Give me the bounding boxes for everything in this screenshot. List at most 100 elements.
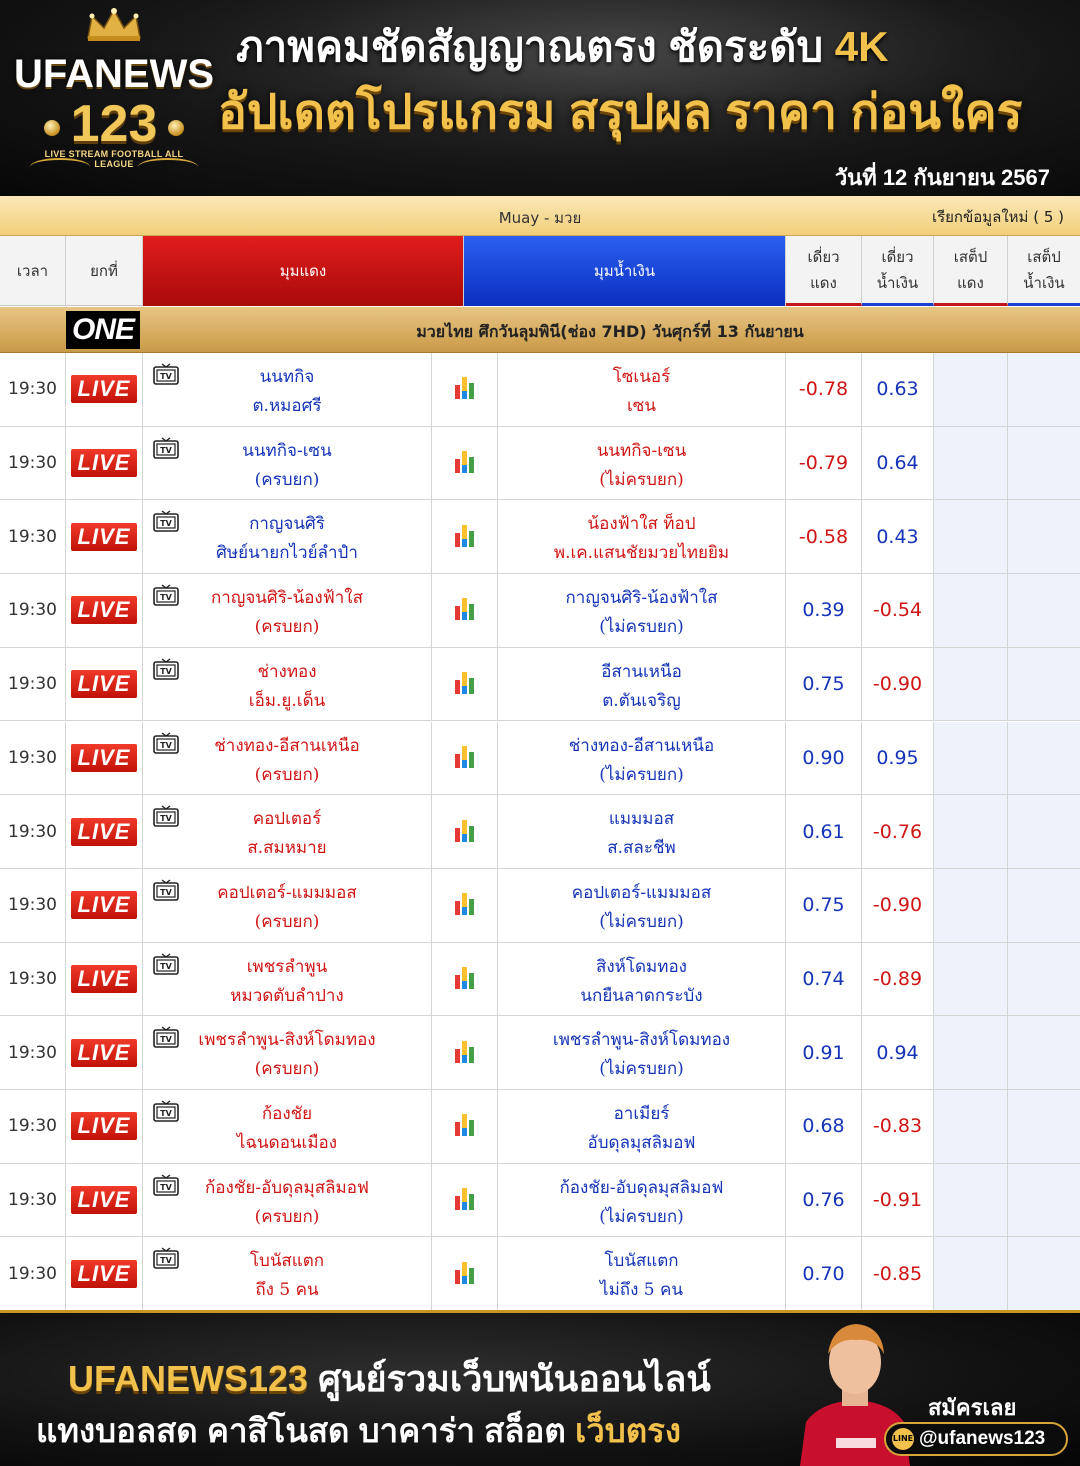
table-row[interactable]: 19:30 LIVE TV คอปเตอร์-แมมมอส (ครบยก) คอปเตอร… <box>0 868 1080 943</box>
stats-bar-icon[interactable] <box>454 447 476 479</box>
odd-single-red[interactable]: 0.75 <box>786 647 862 721</box>
odd-single-red[interactable]: 0.61 <box>786 795 862 868</box>
table-row[interactable]: 19:30 LIVE TV ก้องชัย ไฉนดอนเมือง อาเมียร์ อับ… <box>0 1090 1080 1164</box>
odd-single-blue[interactable]: -0.91 <box>862 1163 934 1237</box>
odd-step-blue[interactable] <box>1008 574 1080 647</box>
odd-single-blue[interactable]: 0.43 <box>862 500 934 574</box>
odd-step-red[interactable] <box>934 647 1008 721</box>
odd-single-blue[interactable]: -0.54 <box>862 574 934 647</box>
odd-step-blue[interactable] <box>1008 1016 1080 1089</box>
stats-bar-icon[interactable] <box>454 963 476 995</box>
table-row[interactable]: 19:30 LIVE TV เพชรลำพูน-สิงห์โดมทอง (ครบยก) เ… <box>0 1016 1080 1090</box>
stats-bar-icon[interactable] <box>454 668 476 700</box>
odd-step-red[interactable] <box>934 426 1008 500</box>
table-row[interactable]: 19:30 LIVE TV นนทกิจ ต.หมอศรี โซเนอร์ เซน -0.78… <box>0 353 1080 427</box>
odd-step-blue[interactable] <box>1008 868 1080 942</box>
odd-single-red[interactable]: 0.91 <box>786 1016 862 1089</box>
live-button[interactable]: LIVE <box>71 596 137 625</box>
odd-single-red[interactable]: 0.76 <box>786 1163 862 1237</box>
live-button[interactable]: LIVE <box>71 1112 137 1141</box>
refresh-button[interactable]: เรียกข้อมูลใหม่ ( 5 ) <box>932 205 1064 229</box>
odd-single-blue[interactable]: 0.64 <box>862 426 934 500</box>
odd-step-blue[interactable] <box>1008 721 1080 795</box>
stats-bar-icon[interactable] <box>454 1258 476 1290</box>
live-button[interactable]: LIVE <box>71 743 137 772</box>
laurel-left <box>30 158 90 176</box>
odd-step-red[interactable] <box>934 500 1008 574</box>
odd-step-blue[interactable] <box>1008 795 1080 868</box>
odd-single-blue[interactable]: -0.76 <box>862 795 934 868</box>
stats-bar-icon[interactable] <box>454 1184 476 1216</box>
odd-single-red[interactable]: 0.39 <box>786 574 862 647</box>
odd-single-red[interactable]: -0.79 <box>786 426 862 500</box>
live-button[interactable]: LIVE <box>71 1038 137 1067</box>
signup-button[interactable]: สมัครเลย <box>928 1390 1016 1425</box>
odd-single-red[interactable]: 0.70 <box>786 1237 862 1311</box>
odd-single-blue[interactable]: 0.63 <box>862 353 934 426</box>
odd-step-blue[interactable] <box>1008 1163 1080 1237</box>
table-row[interactable]: 19:30 LIVE TV นนทกิจ-เซน (ครบยก) นนทกิจ-เซน (ไ… <box>0 426 1080 501</box>
header-banner: UFANEWS 123 LIVE STREAM FOOTBALL ALL LEA… <box>0 0 1080 196</box>
table-row[interactable]: 19:30 LIVE TV คอปเตอร์ ส.สมหมาย แมมมอส ส.สละชี… <box>0 795 1080 869</box>
table-row[interactable]: 19:30 LIVE TV ก้องชัย-อับดุลมุสลิมอฟ (ครบยก)… <box>0 1163 1080 1238</box>
odd-step-red[interactable] <box>934 353 1008 426</box>
table-row[interactable]: 19:30 LIVE TV เพชรลำพูน หมวดตับลำปาง สิงห์โดม… <box>0 942 1080 1017</box>
table-row[interactable]: 19:30 LIVE TV กาญจนศิริ-น้องฟ้าใส (ครบยก) กาญ… <box>0 574 1080 648</box>
live-button[interactable]: LIVE <box>71 670 137 699</box>
live-button[interactable]: LIVE <box>71 1259 137 1288</box>
stats-bar-icon[interactable] <box>454 889 476 921</box>
odd-step-red[interactable] <box>934 1163 1008 1237</box>
odd-step-red[interactable] <box>934 868 1008 942</box>
stats-bar-icon[interactable] <box>454 373 476 405</box>
odd-step-red[interactable] <box>934 942 1008 1016</box>
odd-single-blue[interactable]: -0.90 <box>862 647 934 721</box>
odd-single-blue[interactable]: -0.83 <box>862 1090 934 1163</box>
odd-single-red[interactable]: -0.78 <box>786 353 862 426</box>
stats-bar-icon[interactable] <box>454 742 476 774</box>
table-row[interactable]: 19:30 LIVE TV โบนัสแตก ถึง 5 คน โบนัสแตก ไม่ถึ… <box>0 1237 1080 1312</box>
table-row[interactable]: 19:30 LIVE TV ช่างทอง-อีสานเหนือ (ครบยก) ช่าง… <box>0 721 1080 796</box>
odd-step-blue[interactable] <box>1008 353 1080 426</box>
odd-step-red[interactable] <box>934 1090 1008 1163</box>
odd-step-red[interactable] <box>934 721 1008 795</box>
odd-single-red[interactable]: 0.74 <box>786 942 862 1016</box>
stats-bar-icon[interactable] <box>454 816 476 848</box>
table-row[interactable]: 19:30 LIVE TV ช่างทอง เอ็ม.ยู.เด็น อีสานเหนือ… <box>0 647 1080 722</box>
stats-bar-icon[interactable] <box>454 594 476 626</box>
odd-single-red[interactable]: 0.68 <box>786 1090 862 1163</box>
odd-single-blue[interactable]: 0.94 <box>862 1016 934 1089</box>
red-corner-fighter: TV นนทกิจ ต.หมอศรี <box>143 353 432 426</box>
stats-bar-icon[interactable] <box>454 521 476 553</box>
odd-single-blue[interactable]: -0.85 <box>862 1237 934 1311</box>
site-logo[interactable]: UFANEWS 123 LIVE STREAM FOOTBALL ALL LEA… <box>14 8 214 188</box>
line-contact[interactable]: LINE @ufanews123 <box>884 1422 1068 1456</box>
stats-bar-icon[interactable] <box>454 1037 476 1069</box>
live-button[interactable]: LIVE <box>71 891 137 920</box>
odd-step-blue[interactable] <box>1008 500 1080 574</box>
odd-single-blue[interactable]: -0.90 <box>862 868 934 942</box>
odd-step-red[interactable] <box>934 1016 1008 1089</box>
odd-step-blue[interactable] <box>1008 647 1080 721</box>
odd-single-blue[interactable]: -0.89 <box>862 942 934 1016</box>
table-row[interactable]: 19:30 LIVE TV กาญจนศิริ ศิษย์นายกไวย์ลำปำ น้อ… <box>0 500 1080 575</box>
red-fighter-name: เพชรลำพูน-สิงห์โดมทอง <box>198 1030 376 1051</box>
odd-step-blue[interactable] <box>1008 426 1080 500</box>
footer-brand: UFANEWS123 <box>68 1358 309 1399</box>
odd-step-blue[interactable] <box>1008 942 1080 1016</box>
odd-step-blue[interactable] <box>1008 1090 1080 1163</box>
live-button[interactable]: LIVE <box>71 817 137 846</box>
odd-single-red[interactable]: 0.75 <box>786 868 862 942</box>
live-button[interactable]: LIVE <box>71 375 137 404</box>
stats-bar-icon[interactable] <box>454 1110 476 1142</box>
odd-step-red[interactable] <box>934 574 1008 647</box>
live-button[interactable]: LIVE <box>71 522 137 551</box>
odd-step-red[interactable] <box>934 1237 1008 1311</box>
odd-single-red[interactable]: -0.58 <box>786 500 862 574</box>
live-button[interactable]: LIVE <box>71 964 137 993</box>
odd-step-red[interactable] <box>934 795 1008 868</box>
odd-single-blue[interactable]: 0.95 <box>862 721 934 795</box>
live-button[interactable]: LIVE <box>71 1186 137 1215</box>
odd-single-red[interactable]: 0.90 <box>786 721 862 795</box>
live-button[interactable]: LIVE <box>71 449 137 478</box>
odd-step-blue[interactable] <box>1008 1237 1080 1311</box>
